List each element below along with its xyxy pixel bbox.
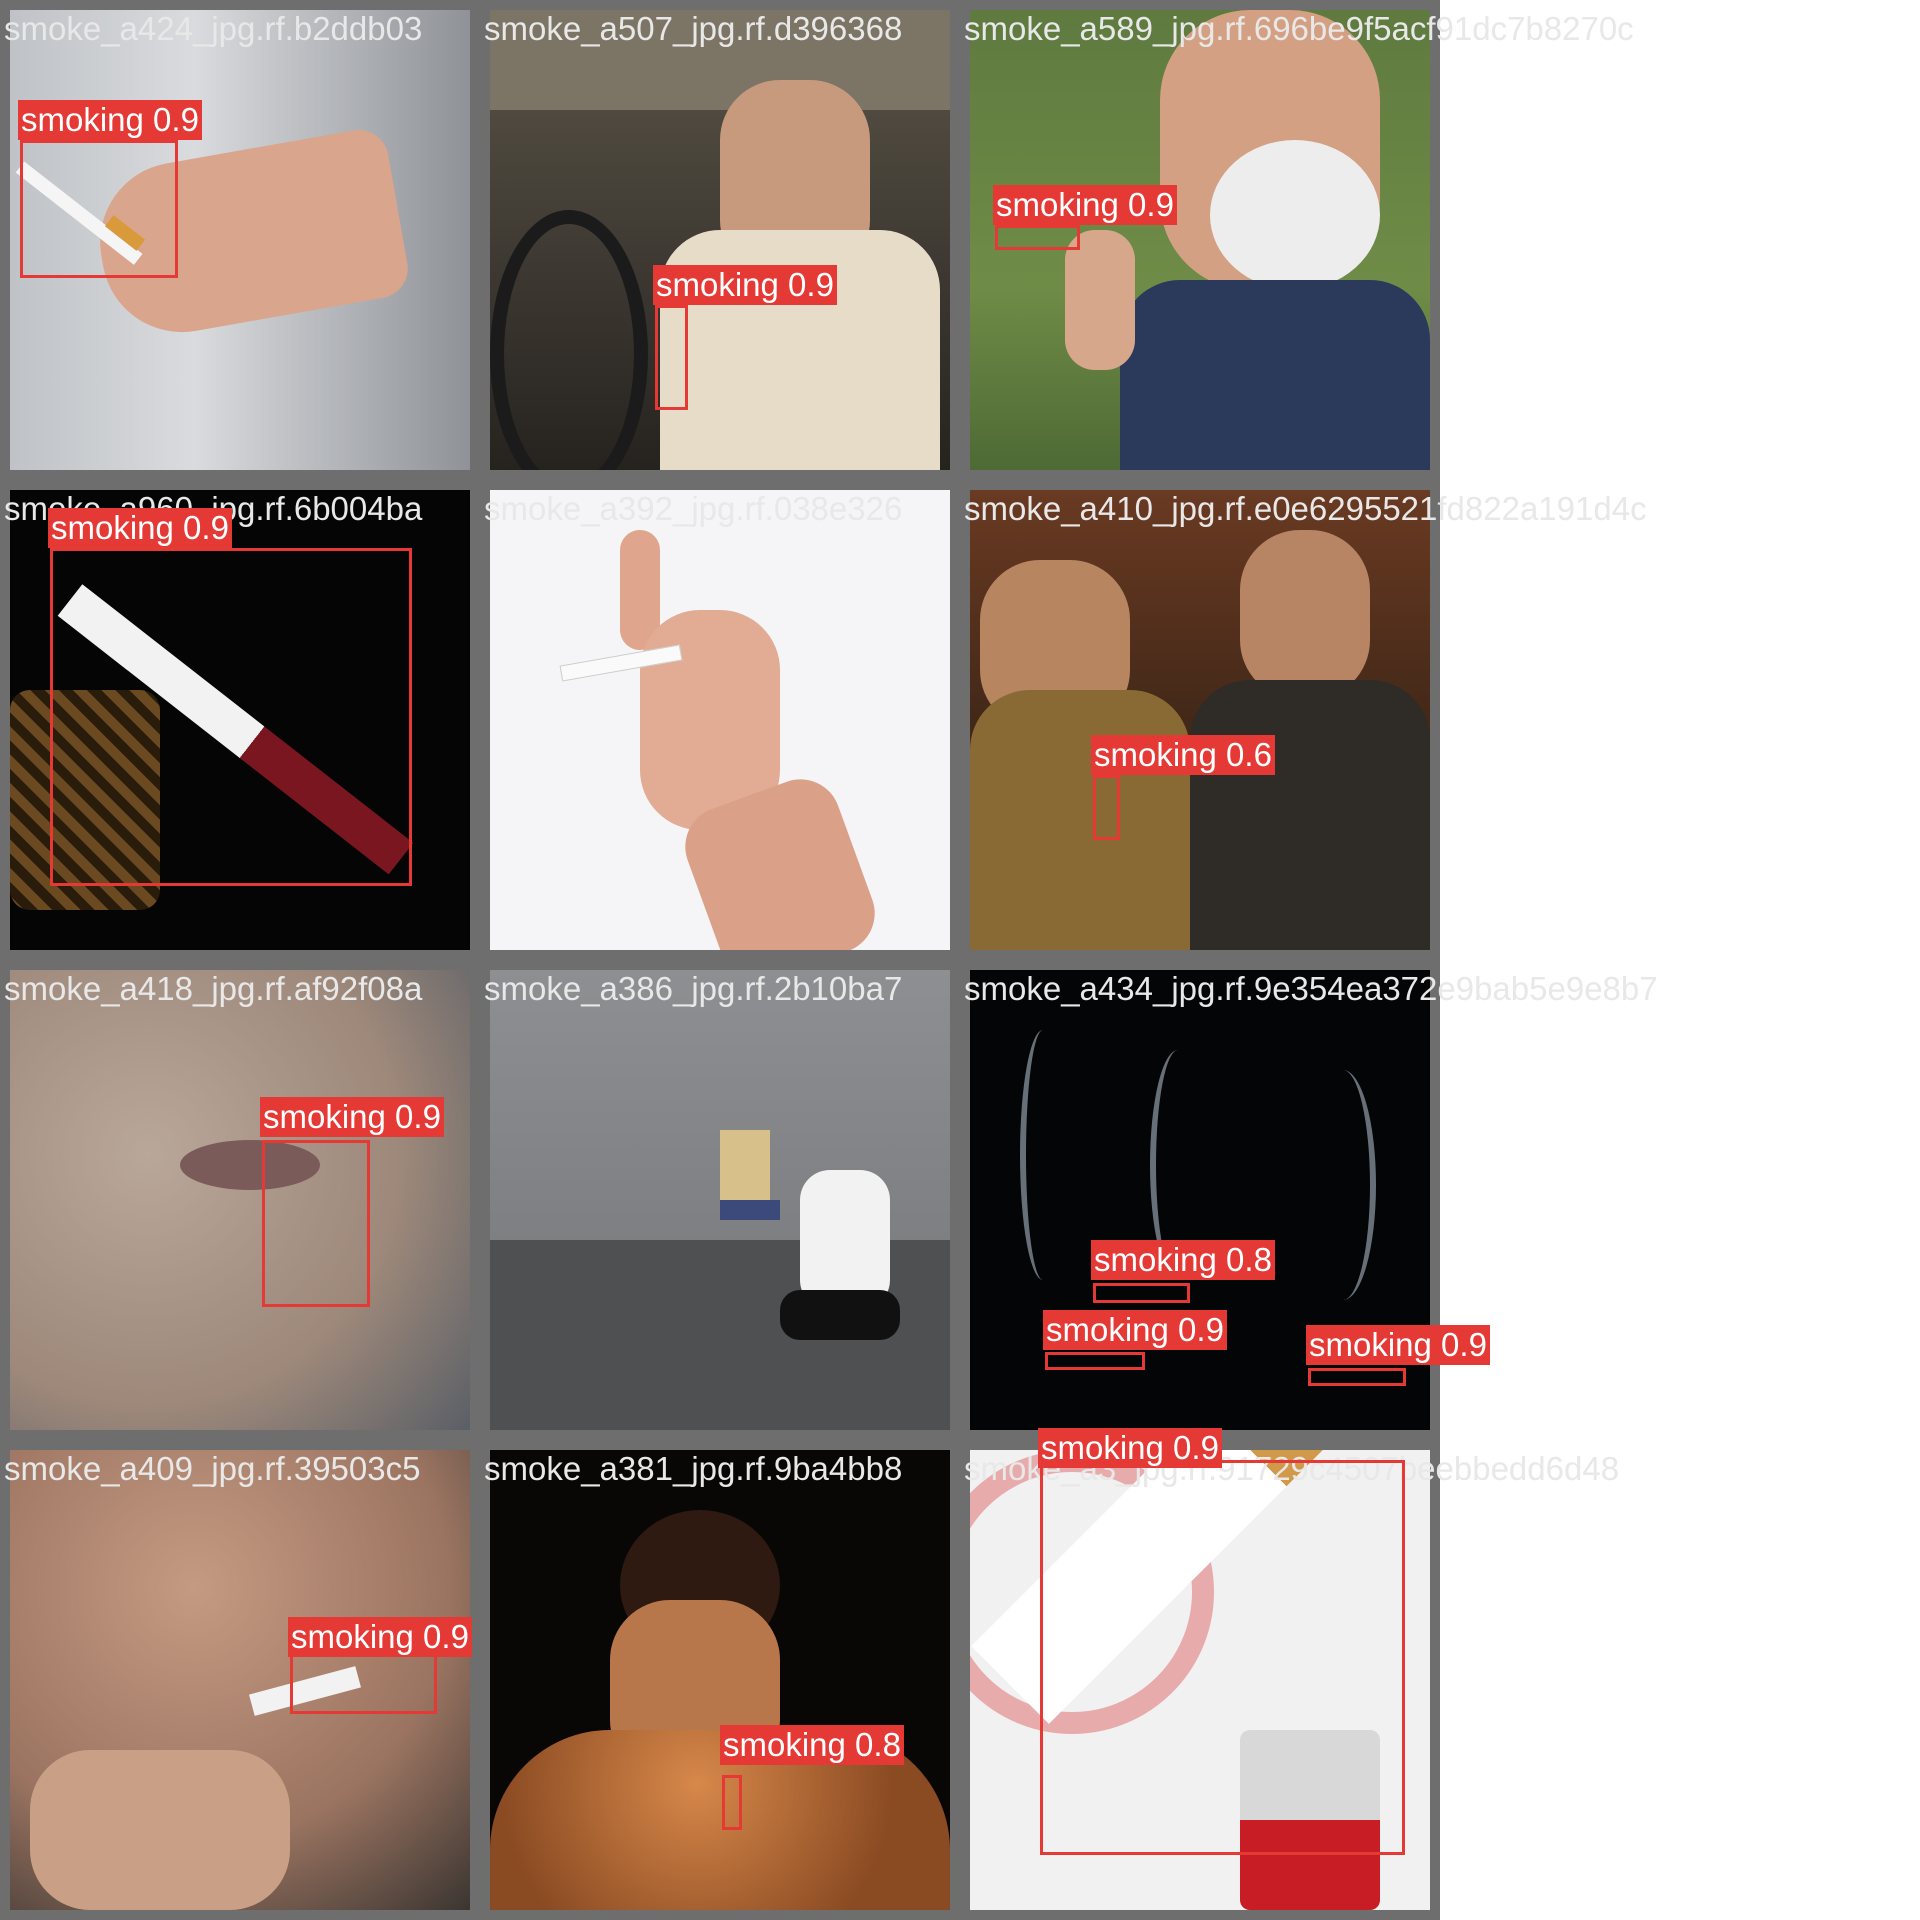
detection-box (1093, 775, 1120, 840)
detection-box (20, 140, 178, 278)
detection-label: smoking 0.9 (653, 265, 837, 305)
image-filename: smoke_a381_jpg.rf.9ba4bb8 (484, 1450, 903, 1487)
image-filename: smoke_a589_jpg.rf.696be9f5acf91dc7b8270c (964, 10, 1634, 47)
photo-man-face-closeup (10, 970, 470, 1430)
detection-label: smoking 0.9 (288, 1617, 472, 1657)
detection-label: smoking 0.9 (1043, 1310, 1227, 1350)
image-filename: smoke_a409_jpg.rf.39503c5 (4, 1450, 421, 1487)
image-tile-7 (0, 960, 480, 1440)
detection-box (1045, 1352, 1145, 1370)
image-filename: smoke_a507_jpg.rf.d396368 (484, 10, 903, 47)
detection-label: smoking 0.9 (18, 100, 202, 140)
detection-label: smoking 0.8 (720, 1725, 904, 1765)
image-filename: smoke_a410_jpg.rf.e0e6295521fd822a191d4c (964, 490, 1647, 527)
image-tile-11 (480, 1440, 960, 1920)
detection-box (50, 548, 412, 886)
photo-shirtless-man (490, 1450, 950, 1910)
image-tile-5 (480, 480, 960, 960)
detection-label: smoking 0.9 (1038, 1428, 1222, 1468)
detection-box (1093, 1283, 1190, 1303)
detection-box (1308, 1368, 1406, 1386)
photo-hand-white-background (490, 490, 950, 950)
image-filename: smoke_a424_jpg.rf.b2ddb03 (4, 10, 423, 47)
image-filename: smoke_a392_jpg.rf.038e326 (484, 490, 903, 527)
image-filename: smoke_a418_jpg.rf.af92f08a (4, 970, 423, 1007)
detection-label: smoking 0.6 (1091, 735, 1275, 775)
photo-man-street-wall (490, 970, 950, 1430)
detection-box (655, 305, 688, 410)
detection-label: smoking 0.9 (1306, 1325, 1490, 1365)
image-tile-8 (480, 960, 960, 1440)
photo-two-men-restaurant (970, 490, 1430, 950)
detection-label: smoking 0.8 (1091, 1240, 1275, 1280)
detection-label: smoking 0.9 (48, 508, 232, 548)
image-tile-6 (960, 480, 1440, 960)
detection-box (1040, 1460, 1405, 1855)
detection-box (722, 1775, 742, 1830)
detection-label: smoking 0.9 (260, 1097, 444, 1137)
image-filename: smoke_a434_jpg.rf.9e354ea372e9bab5e9e8b7 (964, 970, 1658, 1007)
detection-box (262, 1140, 370, 1307)
photo-woman-driving (490, 10, 950, 470)
image-filename: smoke_a386_jpg.rf.2b10ba7 (484, 970, 903, 1007)
detection-box (995, 225, 1080, 250)
image-tile-2 (480, 0, 960, 480)
detection-label: smoking 0.9 (993, 185, 1177, 225)
